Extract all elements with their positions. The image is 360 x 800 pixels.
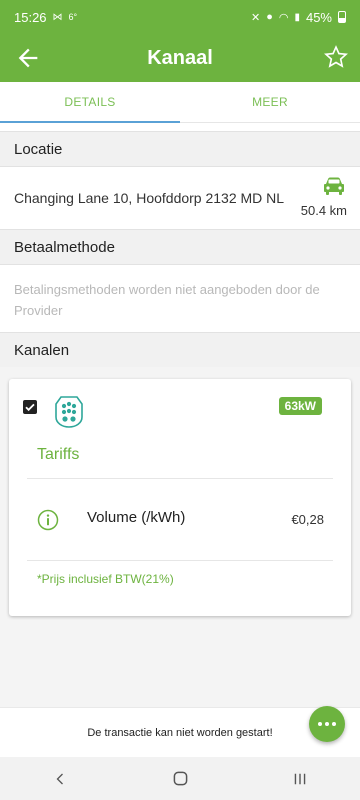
back-arrow-icon[interactable] [14,44,42,72]
nav-recents-button[interactable] [280,764,320,794]
status-temp: 6° [68,12,78,22]
tab-bar: DETAILS MEER [0,82,360,123]
more-dots-icon [318,722,336,726]
channel-card[interactable]: 63kW Tariffs Volume (/kWh) €0,28 *Prijs … [9,379,351,616]
system-nav-bar [0,757,360,800]
app-bar: Kanaal [0,34,360,82]
vat-footnote: *Prijs inclusief BTW(21%) [37,572,174,586]
wifi-icon: ◠ [278,11,289,24]
divider [27,478,333,479]
section-header-location: Locatie [0,131,360,167]
battery-level: 45% [305,9,332,25]
transaction-message: De transactie kan niet worden gestart! [87,727,273,739]
status-bar: 15:26 ⋈ 6° ✕ ● ◠ ▮ 45% [0,0,360,34]
power-badge: 63kW [278,397,322,415]
nav-home-icon [173,771,187,786]
tab-details[interactable]: DETAILS [0,82,180,123]
tab-meer[interactable]: MEER [180,82,360,122]
location-icon: ● [266,11,273,23]
nav-recents-icon [294,773,306,784]
channel-checkbox[interactable] [23,400,37,414]
notification-icon: ⋈ [52,11,63,23]
nav-home-button[interactable] [160,764,200,794]
location-distance: 50.4 km [300,203,347,218]
location-row: Changing Lane 10, Hoofddorp 2132 MD NL 5… [0,170,360,228]
signal-icon: ▮ [294,11,300,23]
battery-icon [338,11,346,23]
star-icon[interactable] [322,43,350,71]
mute-icon: ✕ [250,11,261,24]
tariff-price: €0,28 [291,512,324,527]
nav-back-icon [56,773,63,784]
status-time: 15:26 [14,9,47,25]
location-address: Changing Lane 10, Hoofddorp 2132 MD NL [14,190,285,206]
payment-row: Betalingsmethoden worden niet aangeboden… [0,265,360,331]
tariff-label: Volume (/kWh) [87,509,186,526]
section-header-payment: Betaalmethode [0,229,360,265]
transaction-message-bar: De transactie kan niet worden gestart! [0,707,360,758]
car-icon[interactable] [322,176,346,196]
divider [27,560,333,561]
check-icon [25,403,35,412]
payment-message: Betalingsmethoden worden niet aangeboden… [14,282,320,318]
section-header-channels: Kanalen [0,332,360,368]
tariffs-title: Tariffs [37,446,80,463]
nav-back-button[interactable] [40,764,80,794]
info-icon[interactable] [37,509,59,531]
more-options-button[interactable] [309,706,345,742]
connector-type2-icon [55,396,83,428]
page-title: Kanaal [147,46,213,69]
